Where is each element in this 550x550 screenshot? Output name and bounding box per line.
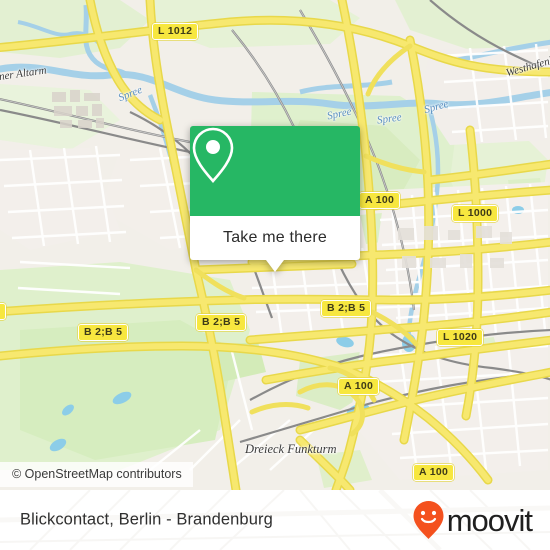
- page-title: Blickcontact, Berlin - Brandenburg: [20, 510, 273, 529]
- popup-action[interactable]: Take me there: [190, 216, 360, 260]
- map-pin-icon: [192, 127, 234, 183]
- brand-name: moovit: [446, 502, 533, 538]
- footer-bar: Blickcontact, Berlin - Brandenburg moovi…: [0, 490, 550, 550]
- road-shield: A 100: [359, 192, 401, 209]
- road-shield: 5: [0, 303, 7, 320]
- road-shield: L 1012: [152, 23, 199, 40]
- moovit-map-page: Spree Spree Spree Spree ener Altarm West…: [0, 0, 550, 550]
- map-attribution[interactable]: © OpenStreetMap contributors: [0, 462, 193, 487]
- location-popup[interactable]: Take me there: [190, 126, 360, 272]
- popup-action-label: Take me there: [223, 229, 327, 246]
- map-canvas[interactable]: Spree Spree Spree Spree ener Altarm West…: [0, 0, 550, 490]
- attribution-text: © OpenStreetMap contributors: [12, 467, 182, 481]
- moovit-smiley-pin-icon: [413, 501, 444, 539]
- moovit-brand[interactable]: moovit: [412, 500, 533, 540]
- road-shield: L 1000: [452, 205, 499, 222]
- road-shield: B 2;B 5: [78, 324, 129, 341]
- road-shield: A 100: [338, 378, 380, 395]
- road-shield: B 2;B 5: [321, 300, 372, 317]
- popup-tail: [266, 260, 284, 272]
- road-shield: A 100: [413, 464, 455, 481]
- road-shield: L 1020: [437, 329, 484, 346]
- popup-header: [190, 126, 360, 216]
- road-shield: B 2;B 5: [196, 314, 247, 331]
